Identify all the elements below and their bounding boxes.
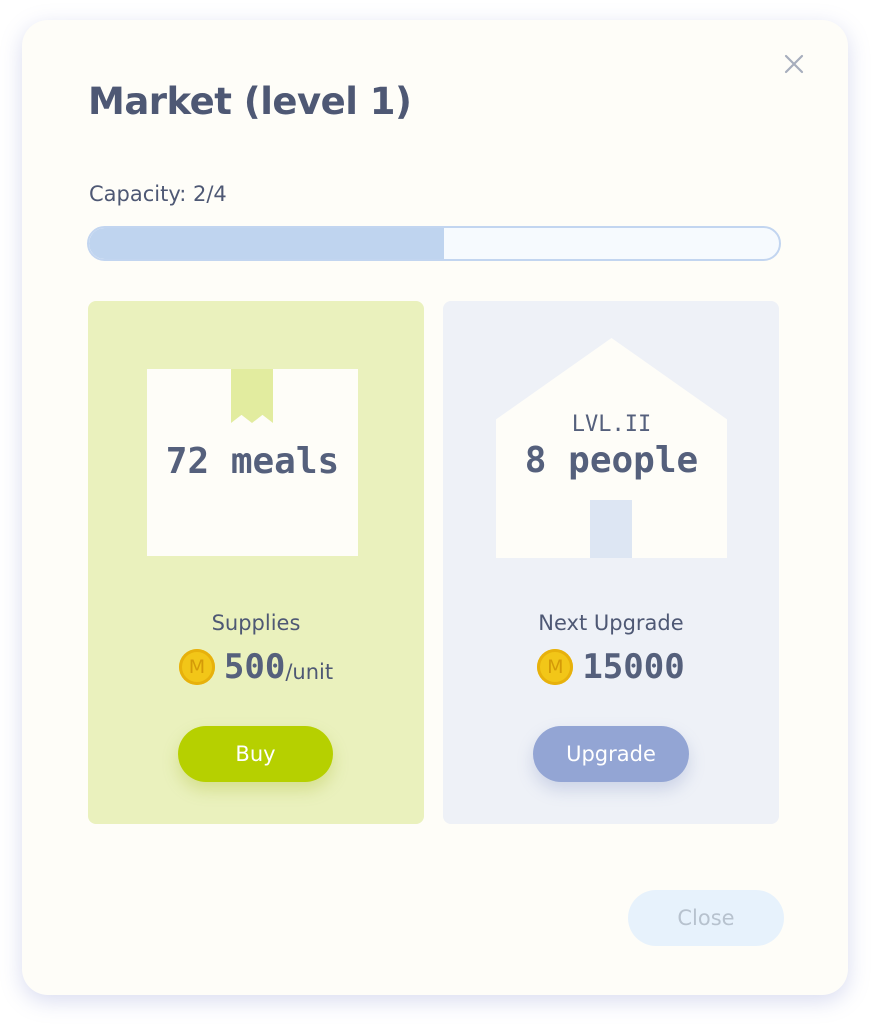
coin-icon: M [537,649,574,685]
supplies-card: 72 meals Supplies M 500 /unit Buy [88,301,424,824]
upgrade-price: M 15000 [443,647,779,687]
upgrade-price-value: 15000 [582,647,685,687]
coin-icon: M [178,649,215,685]
supplies-price: M 500 /unit [88,647,424,687]
coin-letter: M [547,655,564,678]
next-upgrade-label: Next Upgrade [538,611,684,635]
house-door [590,500,632,558]
house-icon: LVL.II 8 people [496,338,727,558]
upgrade-level: LVL.II [571,412,652,437]
upgrade-card: LVL.II 8 people Next Upgrade M 15000 Upg… [443,301,779,824]
buy-button[interactable]: Buy [178,726,333,782]
crate-ribbon [231,369,273,423]
supplies-stock: 72 meals [165,441,340,482]
close-button[interactable]: Close [628,890,784,946]
capacity-progress-fill [89,228,445,259]
supplies-label: Supplies [211,611,301,635]
capacity-label: Capacity: 2/4 [89,182,227,206]
close-icon[interactable] [782,52,806,76]
supplies-crate-icon: 72 meals [147,369,358,556]
upgrade-capacity: 8 people [524,440,699,481]
dialog-title: Market (level 1) [88,80,412,123]
supplies-price-unit: /unit [285,660,334,684]
upgrade-button[interactable]: Upgrade [533,726,689,782]
capacity-progress-bar [87,226,781,261]
supplies-price-value: 500 [223,647,286,687]
market-dialog: Market (level 1) Capacity: 2/4 72 meals … [22,20,848,995]
coin-letter: M [188,655,206,678]
